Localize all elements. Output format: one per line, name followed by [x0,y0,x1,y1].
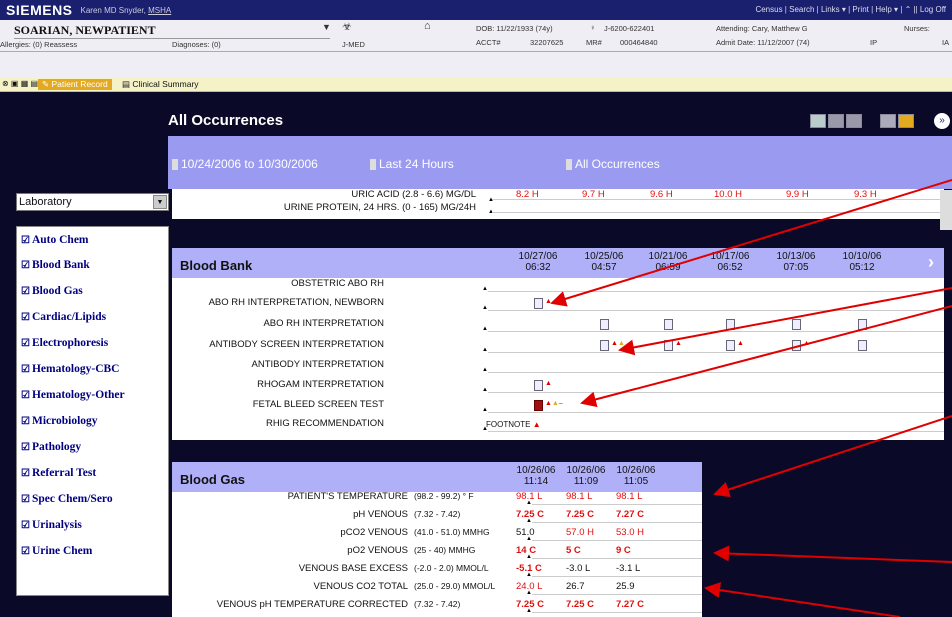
annotation-arrow [713,545,952,563]
annotation-arrow [704,582,901,617]
annotation-arrow [580,305,952,408]
annotation-arrow [550,179,952,307]
annotation-arrows [550,179,952,617]
annotation-arrow [713,415,952,498]
